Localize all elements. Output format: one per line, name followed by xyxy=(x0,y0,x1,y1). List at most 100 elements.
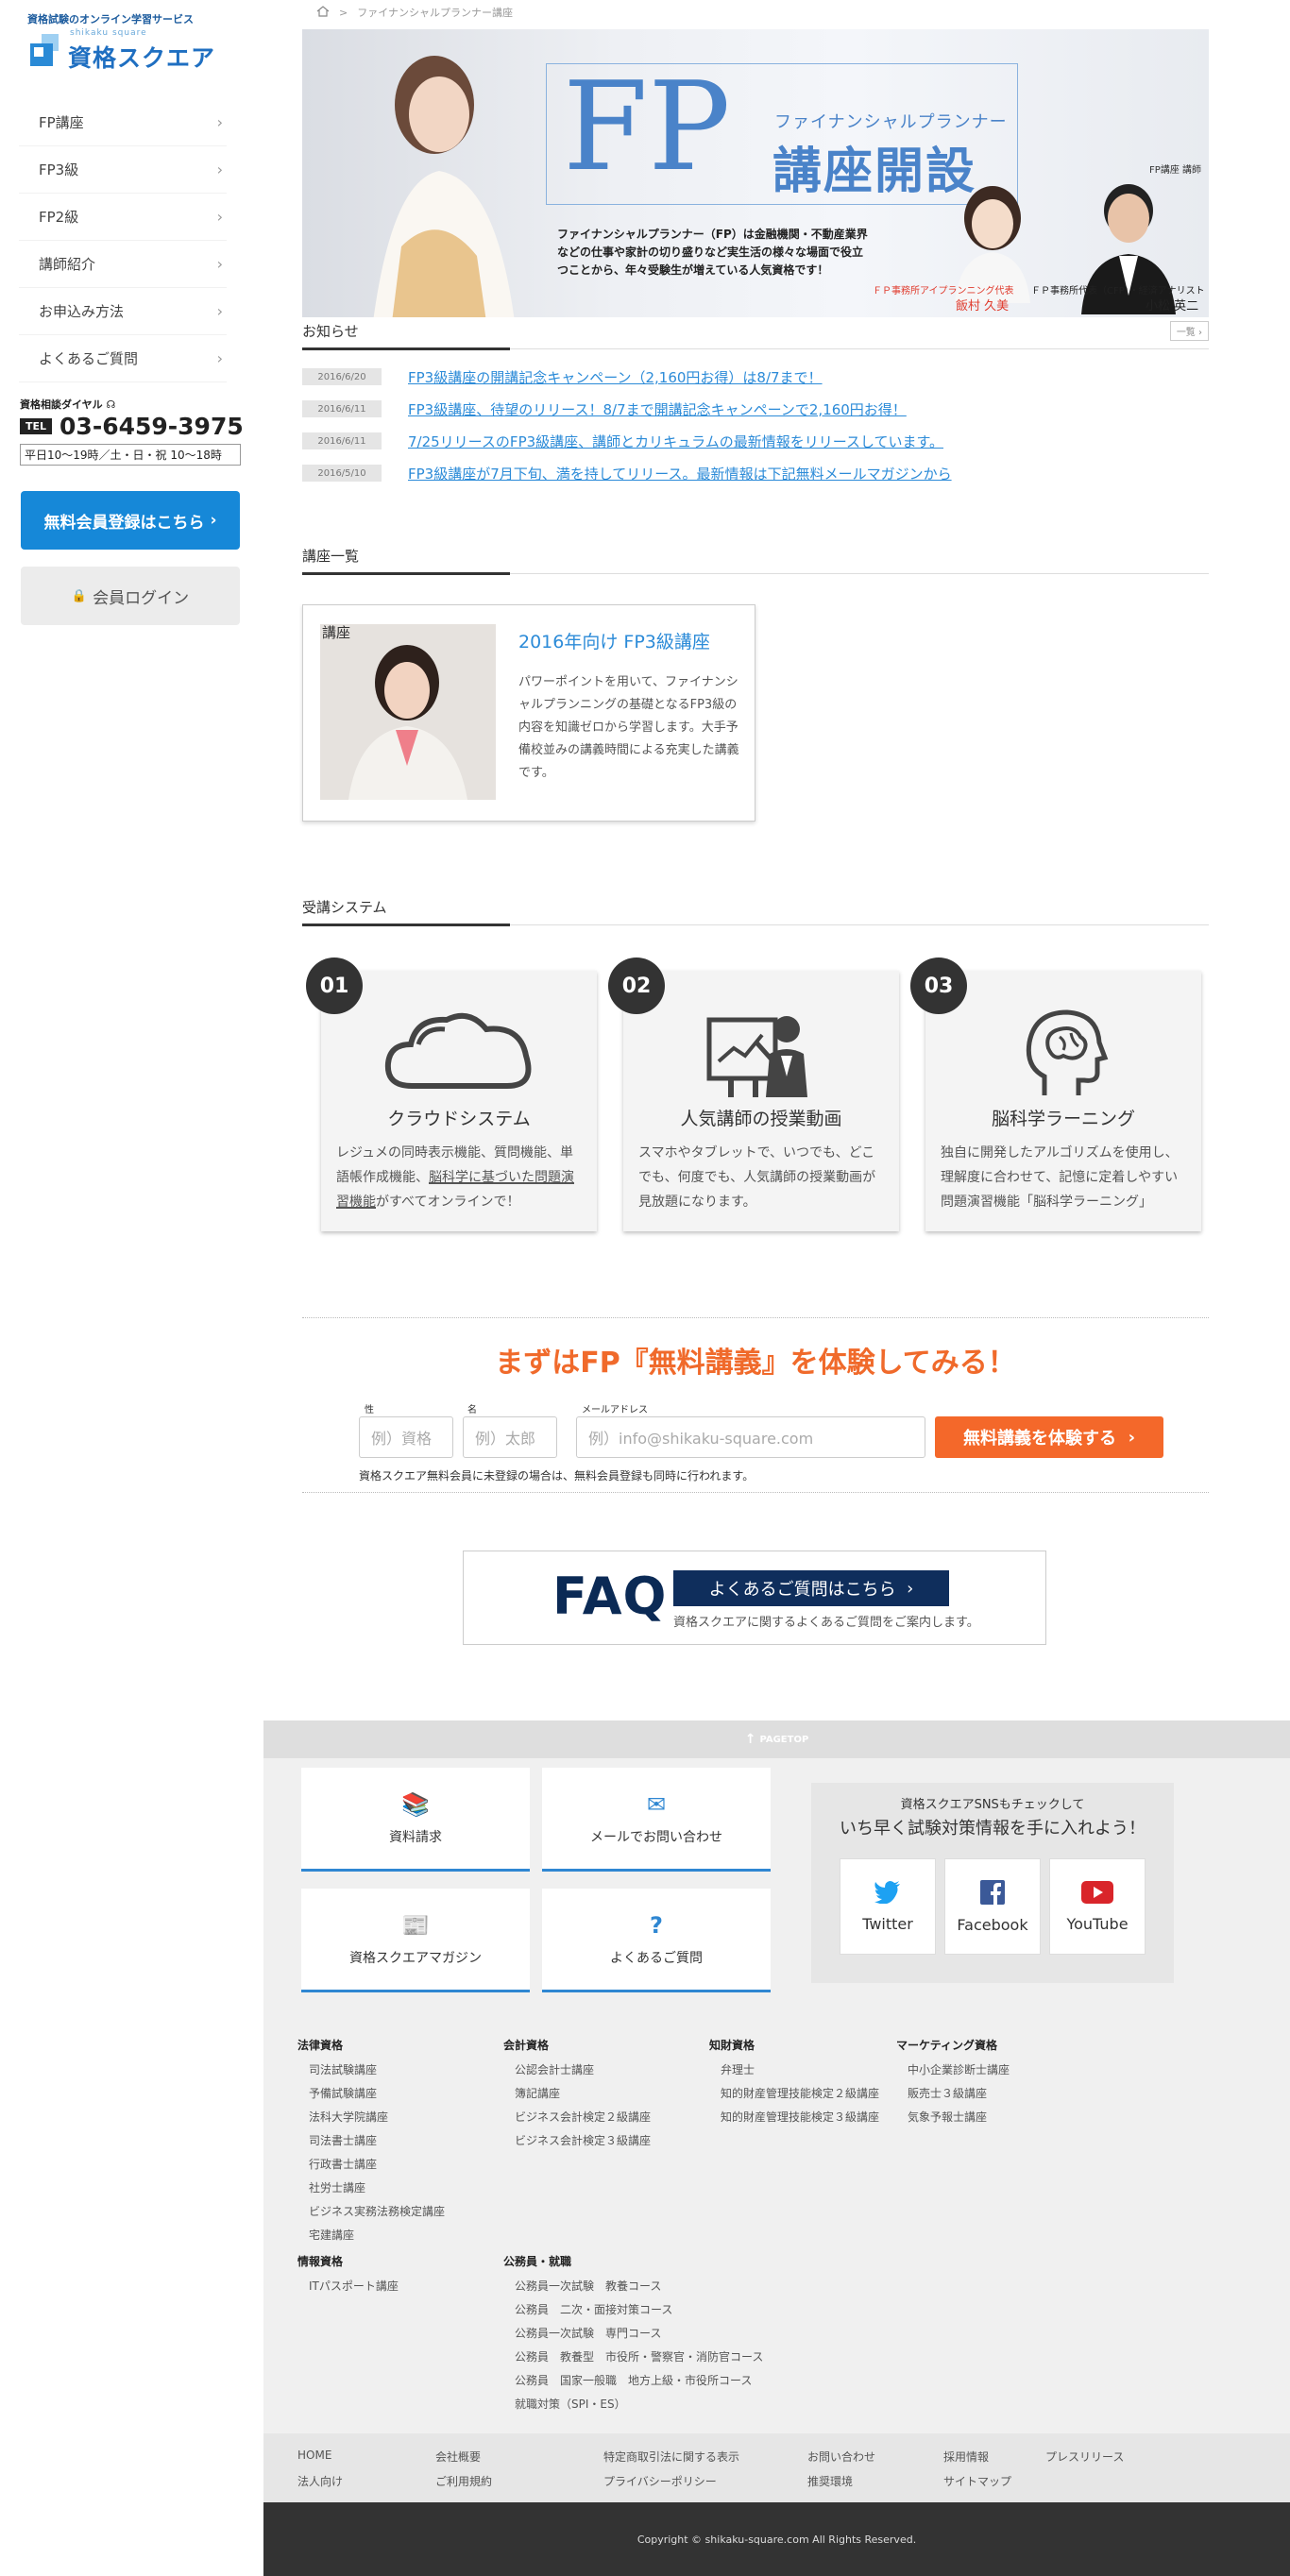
footer-link[interactable]: 予備試験講座 xyxy=(297,2082,445,2106)
logo-mark[interactable] xyxy=(30,30,62,72)
last-name-label: 性 xyxy=(365,1405,374,1415)
footer-bottom-link[interactable]: 採用情報 xyxy=(943,2449,989,2465)
youtube-button[interactable]: YouTube xyxy=(1049,1858,1146,1955)
footer-link[interactable]: 販売士３級講座 xyxy=(896,2082,1010,2106)
twitter-icon xyxy=(874,1880,900,1904)
category-title: 会計資格 xyxy=(503,2039,550,2052)
email-field[interactable]: 例）info@shikaku-square.com xyxy=(576,1416,925,1458)
footer-box-faq[interactable]: ? よくあるご質問 xyxy=(542,1889,771,1992)
footer-box-magazine[interactable]: 📰 資格スクエアマガジン xyxy=(301,1889,530,1992)
footer-bottom-link[interactable]: 会社概要 xyxy=(435,2449,481,2465)
news-link[interactable]: FP3級講座の開講記念キャンペーン（2,160円お得）は8/7まで！ xyxy=(408,367,823,387)
sidebar-item-fp-course[interactable]: FP講座 › xyxy=(19,99,227,146)
tel-box[interactable]: TEL 03-6459-3975 xyxy=(20,413,244,440)
copyright: Copyright © shikaku-square.com All Right… xyxy=(263,2502,1290,2576)
footer-link[interactable]: 簿記講座 xyxy=(503,2082,651,2106)
footer-link[interactable]: 公務員 教養型 市役所・警察官・消防官コース xyxy=(503,2346,763,2369)
sidebar-item-faq[interactable]: よくあるご質問 › xyxy=(19,335,227,382)
news-more-button[interactable]: 一覧 › xyxy=(1169,321,1209,341)
sns-line1: 資格スクエアSNSもチェックして xyxy=(900,1798,1085,1812)
trial-submit-button[interactable]: 無料講義を体験する › xyxy=(935,1416,1163,1458)
footer-link[interactable]: 行政書士講座 xyxy=(297,2153,445,2177)
footer-link[interactable]: 公務員一次試験 教養コース xyxy=(503,2275,763,2298)
footer-link[interactable]: 気象予報士講座 xyxy=(896,2106,1010,2129)
system-heading: 受講システム xyxy=(302,897,1209,926)
footer-link[interactable]: 公務員一次試験 専門コース xyxy=(503,2322,763,2346)
footer-box-label: 資格スクエアマガジン xyxy=(349,1950,482,1966)
footer-bottom-link[interactable]: ご利用規約 xyxy=(435,2473,492,2489)
sidebar-item-fp2[interactable]: FP2級 › xyxy=(19,194,227,241)
sns-label: Facebook xyxy=(957,1915,1028,1934)
logo-name[interactable]: 資格スクエア xyxy=(68,40,215,74)
lecturer2-title: ＦＰ事務所代表（CFP）・経済アナリスト xyxy=(1031,286,1205,297)
footer-bottom-link[interactable]: プライバシーポリシー xyxy=(603,2473,717,2489)
system-title: 脳科学ラーニング xyxy=(991,1109,1135,1129)
footer-link[interactable]: 公務員 国家一般職 地方上級・市役所コース xyxy=(503,2369,763,2393)
footer-bottom-link[interactable]: 法人向け xyxy=(297,2473,343,2489)
course-description: パワーポイントを用いて、ファイナンシャルプランニングの基礎となるFP3級の内容を… xyxy=(518,675,739,780)
footer-link[interactable]: 就職対策（SPI・ES） xyxy=(503,2393,763,2416)
footer-bottom-link[interactable]: 特定商取引法に関する表示 xyxy=(603,2449,739,2465)
footer-link[interactable]: 社労士講座 xyxy=(297,2177,445,2200)
footer-link[interactable]: ビジネス会計検定２級講座 xyxy=(503,2106,651,2129)
youtube-icon xyxy=(1081,1880,1113,1904)
home-icon[interactable] xyxy=(316,5,330,20)
footer-link[interactable]: 公務員 二次・面接対策コース xyxy=(503,2298,763,2322)
footer-box-mail[interactable]: ✉ メールでお問い合わせ xyxy=(542,1768,771,1872)
magazine-icon: 📰 xyxy=(401,1911,430,1939)
sidebar-item-apply[interactable]: お申込み方法 › xyxy=(19,288,227,335)
news-link[interactable]: 7/25リリースのFP3級講座、講師とカリキュラムの最新情報をリリースしています… xyxy=(408,432,943,451)
footer-box-request[interactable]: 📚 資料請求 xyxy=(301,1768,530,1872)
login-button[interactable]: 🔒 会員ログイン xyxy=(21,567,240,625)
news-link[interactable]: FP3級講座、待望のリリース！8/7まで開講記念キャンペーンで2,160円お得！ xyxy=(408,399,907,419)
footer-link[interactable]: 法科大学院講座 xyxy=(297,2106,445,2129)
system-title: 人気講師の授業動画 xyxy=(680,1109,842,1129)
pagetop-button[interactable]: ↑ PAGETOP xyxy=(263,1720,1290,1758)
footer-category-public: 公務員・就職 公務員一次試験 教養コース 公務員 二次・面接対策コース 公務員一… xyxy=(503,2253,763,2416)
twitter-button[interactable]: Twitter xyxy=(840,1858,936,1955)
tel-label: 資格相談ダイヤル ☊ xyxy=(20,398,116,411)
footer-bottom-link[interactable]: 推奨環境 xyxy=(807,2473,853,2489)
footer-link[interactable]: ビジネス会計検定３級講座 xyxy=(503,2129,651,2153)
sidebar-nav: FP講座 › FP3級 › FP2級 › 講師紹介 › お申込み方法 › よくあるご質問 › xyxy=(19,99,227,382)
first-name-field[interactable]: 例）太郎 xyxy=(463,1416,557,1458)
sidebar-item-fp3[interactable]: FP3級 › xyxy=(19,146,227,194)
footer-bottom-links: HOME 会社概要 特定商取引法に関する表示 お問い合わせ 採用情報 プレスリリ… xyxy=(263,2433,1290,2504)
brain-head-icon xyxy=(1026,1009,1109,1095)
footer-link[interactable]: 司法試験講座 xyxy=(297,2059,445,2082)
system-description: レジュメの同時表示機能、質問機能、単語帳作成機能、脳科学に基づいた問題演習機能が… xyxy=(336,1145,574,1210)
footer-link[interactable]: ITパスポート講座 xyxy=(297,2275,399,2298)
category-title: 公務員・就職 xyxy=(503,2255,572,2268)
footer-link[interactable]: 中小企業診断士講座 xyxy=(896,2059,1010,2082)
course-title[interactable]: 2016年向け FP3級講座 xyxy=(518,628,710,653)
mail-icon: ✉ xyxy=(646,1790,667,1818)
hero-banner: FP ファイナンシャルプランナー 講座開設 ファイナンシャルプランナー（FP）は… xyxy=(302,29,1209,317)
footer-bottom-link[interactable]: サイトマップ xyxy=(943,2473,1011,2489)
footer-bottom-link[interactable]: お問い合わせ xyxy=(807,2449,875,2465)
category-title: マーケティング資格 xyxy=(896,2039,998,2052)
course-card[interactable]: 講座 2016年向け FP3級講座 パワーポイントを用いて、ファイナンシャルプラ… xyxy=(302,604,755,822)
divider xyxy=(302,1492,1209,1493)
footer-bottom-link[interactable]: HOME xyxy=(297,2449,331,2462)
news-link[interactable]: FP3級講座が7月下旬、満を持してリリース。最新情報は下記無料メールマガジンから xyxy=(408,464,952,483)
list-item: 2016/6/11 7/25リリースのFP3級講座、講師とカリキュラムの最新情報を… xyxy=(302,425,1209,457)
lecturer2-name: 小松 英二 xyxy=(1146,299,1199,314)
footer-link[interactable]: 宅建講座 xyxy=(297,2224,445,2247)
footer-link[interactable]: 司法書士講座 xyxy=(297,2129,445,2153)
register-button[interactable]: 無料会員登録はこちら › xyxy=(21,491,240,550)
footer-link[interactable]: 知的財産管理技能検定３級講座 xyxy=(709,2106,879,2129)
footer-link[interactable]: 公認会計士講座 xyxy=(503,2059,651,2082)
footer-link[interactable]: ビジネス実務法務検定講座 xyxy=(297,2200,445,2224)
faq-button[interactable]: よくあるご質問はこちら › xyxy=(673,1570,949,1606)
footer-link[interactable]: 弁理士 xyxy=(709,2059,879,2082)
footer-link[interactable]: 知的財産管理技能検定２級講座 xyxy=(709,2082,879,2106)
system-card-brain: 03 脳科学ラーニング 独自に開発したアルゴリズムを使用し、理解度に合わせて、記… xyxy=(910,958,1201,1231)
chevron-right-icon: › xyxy=(216,208,223,226)
tel-number[interactable]: 03-6459-3975 xyxy=(59,413,244,440)
sidebar-item-lecturers[interactable]: 講師紹介 › xyxy=(19,241,227,288)
faq-description: 資格スクエアに関するよくあるご質問をご案内します。 xyxy=(673,1616,979,1630)
footer-bottom-link[interactable]: プレスリリース xyxy=(1045,2449,1124,2465)
last-name-field[interactable]: 例）資格 xyxy=(359,1416,453,1458)
facebook-button[interactable]: Facebook xyxy=(944,1858,1041,1955)
sidebar-item-label: よくあるご質問 xyxy=(39,350,139,367)
